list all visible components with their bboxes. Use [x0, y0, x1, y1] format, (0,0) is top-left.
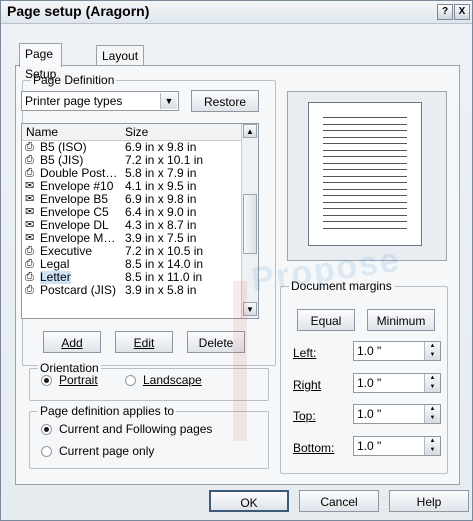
- right-margin-value: 1.0 ": [357, 376, 382, 390]
- right-margin-label: Right: [293, 378, 322, 392]
- add-button[interactable]: Add: [43, 331, 101, 353]
- watermark-bar: [233, 281, 247, 441]
- preview-text-line: [323, 117, 407, 118]
- preview-text-line: [323, 214, 407, 216]
- envelope-icon: ✉: [25, 232, 35, 244]
- close-icon[interactable]: X: [454, 4, 470, 20]
- preview-text-line: [323, 123, 407, 125]
- top-margin-value: 1.0 ": [357, 407, 382, 421]
- cancel-button[interactable]: Cancel: [299, 490, 379, 512]
- preview-text-line: [323, 175, 407, 177]
- preview-text-line: [323, 162, 407, 164]
- minimum-label: Minimum: [376, 314, 426, 328]
- window-title: Page setup (Aragorn): [7, 3, 150, 19]
- edit-button[interactable]: Edit: [115, 331, 173, 353]
- preview-text-line: [323, 201, 407, 203]
- preview-text-line: [323, 136, 407, 138]
- preview-text-line: [323, 149, 407, 151]
- portrait-label[interactable]: Portrait: [59, 373, 98, 387]
- preview-text-line: [323, 169, 407, 170]
- spinner-arrows-icon[interactable]: ▲ ▼: [424, 437, 440, 455]
- current-following-label[interactable]: Current and Following pages: [59, 422, 212, 436]
- spinner-arrows-icon[interactable]: ▲ ▼: [424, 405, 440, 423]
- printer-icon: ⎙: [25, 141, 34, 153]
- restore-label: Restore: [203, 95, 247, 109]
- column-size[interactable]: Size: [125, 125, 148, 139]
- envelope-icon: ✉: [25, 219, 35, 231]
- bottom-margin-value: 1.0 ": [357, 439, 382, 453]
- minimum-button[interactable]: Minimum: [367, 309, 435, 331]
- top-margin-spinner[interactable]: 1.0 " ▲ ▼: [353, 404, 441, 424]
- preview-text-line: [323, 182, 407, 183]
- page-preview: [287, 91, 447, 261]
- add-label: Add: [61, 336, 83, 350]
- chevron-down-icon[interactable]: ▼: [160, 93, 177, 109]
- left-margin-value: 1.0 ": [357, 344, 382, 358]
- printer-icon: ⎙: [25, 154, 34, 166]
- printer-icon: ⎙: [25, 167, 34, 179]
- printer-icon: ⎙: [25, 271, 34, 283]
- paper-size: 3.9 in x 5.8 in: [125, 283, 197, 297]
- ok-label: OK: [240, 496, 258, 510]
- equal-label: Equal: [310, 314, 342, 328]
- ok-button[interactable]: OK: [209, 490, 289, 512]
- right-margin-spinner[interactable]: 1.0 " ▲ ▼: [353, 373, 441, 393]
- page-setup-dialog: Page setup (Aragorn) ? X Page Setup Layo…: [0, 0, 473, 521]
- help-label: Help: [416, 495, 442, 509]
- preview-text-line: [323, 221, 407, 222]
- spinner-arrows-icon[interactable]: ▲ ▼: [424, 342, 440, 360]
- envelope-icon: ✉: [25, 206, 35, 218]
- portrait-radio[interactable]: [41, 375, 52, 386]
- left-margin-label: Left:: [293, 346, 317, 360]
- list-item[interactable]: ⎙ Postcard (JIS) 3.9 in x 5.8 in: [22, 284, 242, 297]
- title-bar: Page setup (Aragorn) ? X: [1, 1, 472, 24]
- preview-text-line: [323, 195, 407, 196]
- preview-text-line: [323, 130, 407, 131]
- paper-name: Postcard (JIS): [40, 283, 117, 297]
- preview-text-line: [323, 143, 407, 144]
- scroll-thumb[interactable]: [243, 194, 257, 254]
- help-icon[interactable]: ?: [437, 4, 453, 20]
- scroll-up-icon[interactable]: ▲: [243, 124, 257, 138]
- top-margin-label: Top:: [293, 409, 316, 423]
- restore-button[interactable]: Restore: [191, 90, 259, 112]
- preview-page: [308, 102, 422, 246]
- cancel-label: Cancel: [320, 495, 358, 509]
- column-name[interactable]: Name: [26, 125, 58, 139]
- bottom-margin-label: Bottom:: [293, 441, 335, 455]
- current-only-label[interactable]: Current page only: [59, 444, 154, 458]
- applies-to-label: Page definition applies to: [38, 404, 177, 418]
- printer-icon: ⎙: [25, 245, 34, 257]
- paper-list-header: Name Size: [22, 124, 242, 141]
- paper-list[interactable]: Name Size ⎙ B5 (ISO) 6.9 in x 9.8 in ⎙ B5 (J…: [21, 123, 259, 319]
- envelope-icon: ✉: [25, 180, 35, 192]
- preview-text-line: [323, 156, 407, 157]
- delete-label: Delete: [198, 336, 234, 350]
- equal-button[interactable]: Equal: [297, 309, 355, 331]
- page-type-value: Printer page types: [25, 94, 123, 108]
- preview-text-line: [323, 208, 407, 209]
- edit-label: Edit: [133, 336, 155, 350]
- current-only-radio[interactable]: [41, 446, 52, 457]
- printer-icon: ⎙: [25, 258, 34, 270]
- envelope-icon: ✉: [25, 193, 35, 205]
- page-type-select[interactable]: Printer page types ▼: [21, 91, 179, 111]
- preview-text-line: [323, 188, 407, 190]
- tab-page-setup[interactable]: Page Setup: [19, 43, 63, 81]
- preview-text-line: [323, 227, 407, 229]
- landscape-label[interactable]: Landscape: [143, 373, 202, 387]
- spinner-arrows-icon[interactable]: ▲ ▼: [424, 374, 440, 392]
- printer-icon: ⎙: [25, 284, 34, 296]
- landscape-radio[interactable]: [125, 375, 136, 386]
- tab-layout[interactable]: Layout: [96, 45, 145, 66]
- left-margin-spinner[interactable]: 1.0 " ▲ ▼: [353, 341, 441, 361]
- bottom-margin-spinner[interactable]: 1.0 " ▲ ▼: [353, 436, 441, 456]
- current-following-radio[interactable]: [41, 424, 52, 435]
- help-button[interactable]: Help: [389, 490, 469, 512]
